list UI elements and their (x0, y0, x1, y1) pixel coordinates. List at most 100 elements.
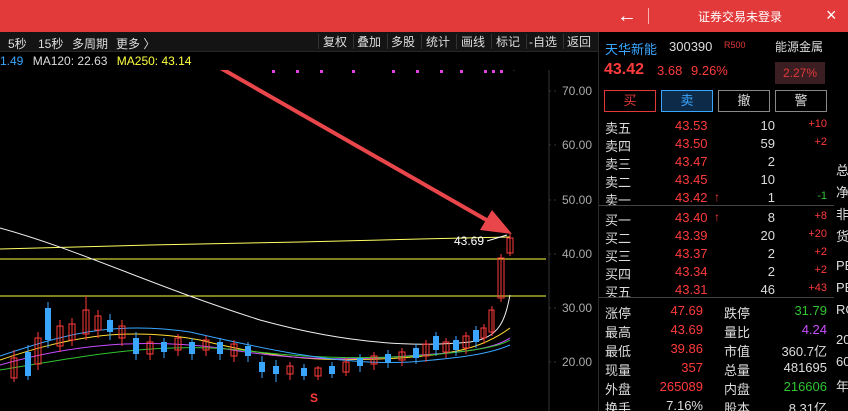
divider (318, 34, 319, 49)
divider (491, 34, 492, 49)
buy-button[interactable]: 买 (604, 90, 656, 112)
stat-value: 265089 (659, 379, 703, 394)
bid-price: 43.37 (675, 246, 708, 261)
ask-row[interactable]: 卖四 43.50 59 +2 (599, 136, 835, 154)
ask-label: 卖五 (605, 121, 632, 136)
tool-mark[interactable]: 标记 (496, 34, 520, 50)
back-arrow-icon[interactable]: ← (612, 4, 642, 28)
stat-label: 最低 (605, 344, 632, 359)
ask-row[interactable]: 卖五 43.53 10 +10 (599, 118, 835, 136)
period-more[interactable]: 更多 〉 (116, 35, 155, 52)
period-5s[interactable]: 5秒 (8, 35, 27, 52)
sector-change[interactable]: 2.27% (775, 62, 825, 84)
stats-row: 最高 43.69 量比 4.24 (599, 322, 835, 341)
tool-draw-line[interactable]: 画线 (461, 34, 485, 50)
bid-delta: +2 (814, 246, 827, 258)
stat-label: 跌停 (724, 306, 751, 321)
stat-label: 换手 (605, 401, 632, 411)
y-tick: 50.00 (562, 193, 592, 207)
sector-name[interactable]: 能源金属 (775, 38, 823, 55)
divider (387, 34, 388, 49)
bid-volume: 2 (767, 264, 775, 279)
stat-label: 现量 (605, 363, 632, 378)
ask-label: 卖四 (605, 139, 632, 154)
stat-label: 外盘 (605, 382, 632, 397)
tool-multi-stock[interactable]: 多股 (391, 34, 415, 50)
period-15s[interactable]: 15秒 (38, 35, 63, 52)
index-badge: R500 (724, 40, 746, 50)
stat-label: 量比 (724, 325, 751, 340)
divider (421, 34, 422, 49)
bid-volume: 8 (767, 210, 775, 225)
sell-button[interactable]: 卖 (661, 90, 713, 112)
stats-row: 换手 7.16% 股本 8.31亿 (599, 398, 835, 411)
ask-row[interactable]: 卖三 43.47 2 (599, 154, 835, 172)
stock-name[interactable]: 天华新能 (605, 39, 657, 58)
current-price: 43.42 (604, 61, 645, 78)
period-multi[interactable]: 多周期 (72, 35, 108, 52)
y-tick: 60.00 (562, 138, 592, 152)
stat-value: 216606 (783, 379, 827, 394)
ask-label: 卖一 (605, 193, 632, 208)
chart-toolbar: 5秒 15秒 多周期 更多 〉 复权 叠加 多股 统计 画线 标记 -自选 返回 (0, 32, 598, 52)
ma120-value: MA120: 22.63 (32, 54, 108, 68)
ask-price: 43.45 (675, 172, 708, 187)
kline-chart[interactable]: 70.00 60.00 50.00 40.00 30.00 20.00 43.6… (0, 70, 598, 411)
tool-return[interactable]: 返回 (567, 34, 591, 50)
bid-price: 43.39 (675, 228, 708, 243)
ask-volume: 59 (760, 136, 775, 151)
tool-remove-watchlist[interactable]: -自选 (529, 34, 557, 50)
high-price-label: 43.69 (454, 234, 484, 248)
stat-label: 内盘 (724, 382, 751, 397)
strip-label: 总 (836, 163, 848, 178)
strip-label: 60 (836, 354, 848, 369)
stats-row: 最低 39.86 市值 360.7亿 (599, 341, 835, 360)
price-change: 3.68 (657, 63, 683, 78)
stats-row: 涨停 47.69 跌停 31.79 (599, 303, 835, 322)
bid-label: 买四 (605, 267, 632, 282)
bid-volume: 20 (760, 228, 775, 243)
quote-panel: 天华新能 300390 R500 能源金属 2.27% 43.42 3.68 9… (598, 32, 835, 411)
up-arrow-icon: ↑ (714, 190, 720, 204)
ask-volume: 10 (760, 172, 775, 187)
ask-price: 43.42 (675, 190, 708, 205)
stat-value: 357 (681, 360, 703, 375)
trade-login-status[interactable]: 证券交易未登录 (660, 8, 820, 25)
strip-label: 非 (836, 207, 848, 222)
cancel-order-button[interactable]: 撤 (718, 90, 770, 112)
tool-overlay[interactable]: 叠加 (357, 34, 381, 50)
divider (648, 8, 649, 24)
ask-price: 43.47 (675, 154, 708, 169)
strip-label: 货 (836, 229, 848, 244)
bid-price: 43.31 (675, 282, 708, 297)
stat-label: 涨停 (605, 306, 632, 321)
stat-label: 总量 (724, 363, 751, 378)
stat-value: 47.69 (670, 303, 703, 318)
tool-stats[interactable]: 统计 (426, 34, 450, 50)
bid-price: 43.40 (675, 210, 708, 225)
ma250-line (0, 236, 511, 250)
bid-row[interactable]: 买三 43.37 2 +2 (599, 246, 835, 264)
up-arrow-icon: ↑ (714, 210, 720, 224)
stat-value: 31.79 (794, 303, 827, 318)
divider (599, 297, 835, 298)
annotation-arrow (219, 70, 512, 234)
bid-row[interactable]: 买四 43.34 2 +2 (599, 264, 835, 282)
stats-row: 现量 357 总量 481695 (599, 360, 835, 379)
bid-price: 43.34 (675, 264, 708, 279)
stat-value: 481695 (783, 360, 827, 375)
divider (456, 34, 457, 49)
alert-button[interactable]: 警 (775, 90, 827, 112)
tool-adjust[interactable]: 复权 (323, 34, 347, 50)
strip-label: 年 (836, 379, 848, 394)
bid-label: 买二 (605, 231, 632, 246)
stat-value: 360.7亿 (781, 344, 827, 359)
bid-row[interactable]: 买一 43.40 ↑ 8 +8 (599, 210, 835, 228)
ask-price: 43.53 (675, 118, 708, 133)
divider (599, 205, 835, 206)
close-icon[interactable]: × (826, 5, 837, 26)
ask-row[interactable]: 卖二 43.45 10 (599, 172, 835, 190)
strip-label: 20 (836, 332, 848, 347)
stat-label: 市值 (724, 344, 751, 359)
bid-row[interactable]: 买二 43.39 20 +20 (599, 228, 835, 246)
